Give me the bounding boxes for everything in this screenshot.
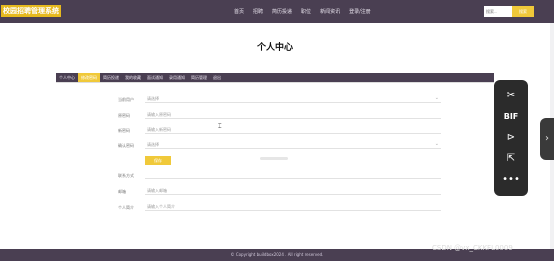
main-content: 个人中心 个人中心 修改密码 简历投递 我的收藏 面试通知 录用通知 简历管理 … [0,23,550,249]
tab-change-password[interactable]: 修改密码 [78,73,100,82]
tab-favorites[interactable]: 我的收藏 [122,73,144,82]
share-icon[interactable]: ⇱ [501,153,521,165]
save-button[interactable]: 保存 [145,156,171,165]
watermark: CSDN @vx_CKKFL0009 [432,244,513,252]
form-label: 原密码 [118,113,130,118]
nav-item-home[interactable]: 首页 [234,7,244,17]
more-icon[interactable]: ••• [501,174,521,186]
search-input[interactable] [484,6,512,17]
tab-divider [56,82,494,83]
form-label: 联系方式 [118,173,134,178]
top-navbar: 校园招聘管理系统 首页 招聘 简历投递 职位 新闻资讯 登录/注册 搜索 [0,0,554,23]
user-select[interactable]: 请选择 [145,94,441,103]
search-button[interactable]: 搜索 [512,6,534,17]
form-label: 当前用户 [118,97,134,102]
mouse-cursor-icon: ⌶ [218,123,222,130]
profile-tab-bar: 个人中心 修改密码 简历投递 我的收藏 面试通知 录用通知 简历管理 退出 [56,73,494,82]
play-icon[interactable]: ⊳ [501,132,521,144]
tab-interviews[interactable]: 面试通知 [144,73,166,82]
nav-item-positions[interactable]: 职位 [301,7,311,17]
tab-profile[interactable]: 个人中心 [56,73,78,82]
bif-icon[interactable]: BIF [501,111,521,123]
scroll-indicator [260,157,288,160]
tab-resume[interactable]: 简历管理 [188,73,210,82]
form-label: 新密码 [118,128,130,133]
nav-item-news[interactable]: 新闻资讯 [320,7,340,17]
form-label: 邮箱 [118,189,126,194]
nav-item-jobs[interactable]: 招聘 [253,7,263,17]
site-logo[interactable]: 校园招聘管理系统 [1,5,61,17]
new-password-field[interactable]: 请输入新密码 [145,126,441,134]
nav-item-login[interactable]: 登录/注册 [349,7,371,17]
email-field[interactable]: 请输入邮箱 [145,187,441,195]
floating-toolbox: ✂ BIF ⊳ ⇱ ••• [494,80,528,196]
confirm-select[interactable]: 请选择 [145,140,441,149]
form-label: 确认密码 [118,143,134,148]
contact-field[interactable] [145,171,441,179]
old-password-field[interactable]: 请输入原密码 [145,111,441,119]
main-nav: 首页 招聘 简历投递 职位 新闻资讯 登录/注册 [234,7,371,17]
tab-offers[interactable]: 录用通知 [166,73,188,82]
bio-field[interactable]: 请输入个人简介 [145,203,441,211]
chevron-right-icon[interactable]: › [540,118,554,160]
tab-logout[interactable]: 退出 [210,73,224,82]
page-title: 个人中心 [256,43,293,53]
nav-item-resume[interactable]: 简历投递 [272,7,292,17]
form-label: 个人简介 [118,205,134,210]
tab-applications[interactable]: 简历投递 [100,73,122,82]
scissors-icon[interactable]: ✂ [501,90,521,102]
